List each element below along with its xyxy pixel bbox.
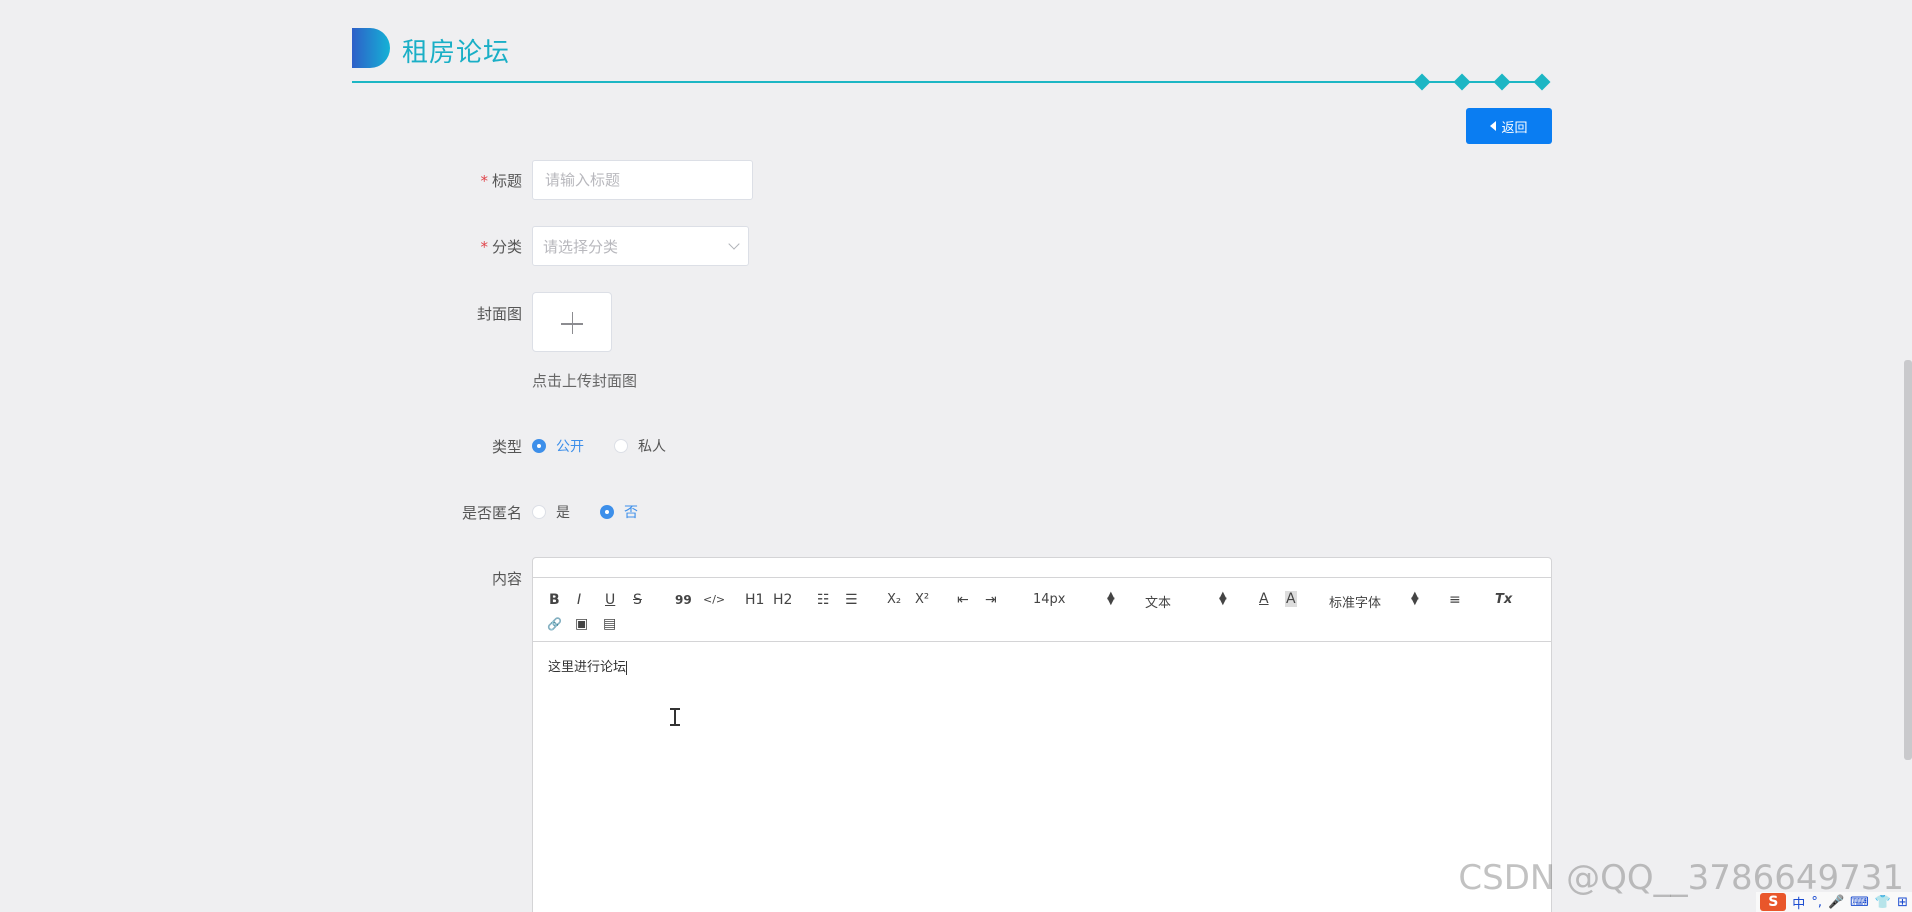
h1-button[interactable]: H1	[745, 592, 764, 608]
content-label: 内容	[491, 570, 522, 588]
rich-text-editor[interactable]: B I U S 99 </> H1 H2 ☷ ☰ X₂ X² ⇤ ⇥ 14px …	[532, 557, 1552, 912]
anonymous-radio-no[interactable]: 否	[600, 502, 638, 522]
back-button[interactable]: 返回	[1466, 108, 1552, 144]
ordered-list-button[interactable]: ☷	[817, 592, 830, 608]
bold-button[interactable]: B	[549, 592, 560, 608]
anonymous-radio-yes[interactable]: 是	[532, 502, 570, 522]
diamond-icon	[1453, 73, 1471, 91]
type-label: 类型	[491, 438, 522, 456]
type-radio-public[interactable]: 公开	[532, 436, 584, 456]
underline-button[interactable]: U	[605, 592, 615, 608]
blockquote-button[interactable]: 99	[675, 592, 692, 608]
logo-icon	[352, 28, 390, 68]
updown-icon: ▲ ▼	[1219, 590, 1227, 607]
outdent-button[interactable]: ⇤	[957, 592, 969, 608]
skin-icon[interactable]: 👕	[1875, 895, 1891, 910]
anonymous-label: 是否匿名	[461, 504, 522, 522]
italic-button[interactable]: I	[577, 592, 581, 608]
font-color-icon[interactable]: A	[1259, 591, 1269, 607]
editor-text: 这里进行论坛	[548, 660, 627, 675]
punctuation-icon[interactable]: °,	[1811, 895, 1822, 910]
chevron-down-icon	[728, 238, 740, 250]
header-divider	[352, 81, 1542, 83]
required-mark: *	[480, 172, 488, 190]
keyboard-icon[interactable]: ⌨	[1850, 895, 1869, 910]
ime-language-indicator[interactable]: 中	[1792, 893, 1805, 912]
title-input[interactable]	[532, 160, 753, 200]
strike-button[interactable]: S	[633, 592, 642, 608]
bullet-list-button[interactable]: ☰	[845, 592, 858, 608]
diamond-icon	[1533, 73, 1551, 91]
cover-label: 封面图	[476, 305, 522, 323]
page: 租房论坛 返回 *标题 *分类 请选择分类 封面图 点击上传封面图 类型 公开 …	[0, 0, 1912, 912]
ime-toolbar[interactable]: S 中 °, 🎤 ⌨ 👕 ⊞	[1756, 892, 1912, 912]
type-radio-private[interactable]: 私人	[614, 436, 666, 456]
h2-button[interactable]: H2	[773, 592, 792, 608]
updown-icon: ▲ ▼	[1107, 590, 1115, 607]
required-mark: *	[480, 238, 488, 256]
font-size-select[interactable]: 14px	[1033, 592, 1066, 607]
video-icon[interactable]: ▤	[603, 616, 616, 632]
clean-format-button[interactable]: Tx	[1495, 592, 1512, 608]
radio-unchecked-icon	[532, 505, 546, 519]
radio-unchecked-icon	[614, 439, 628, 453]
cover-upload-button[interactable]	[532, 292, 612, 352]
category-label: * 分类	[480, 238, 522, 256]
text-cursor-icon	[670, 708, 680, 726]
text-caret	[626, 660, 628, 675]
category-select-placeholder: 请选择分类	[543, 237, 619, 256]
image-icon[interactable]: ▣	[575, 616, 588, 632]
subscript-button[interactable]: X₂	[887, 592, 901, 608]
page-scrollbar[interactable]	[1904, 360, 1912, 760]
superscript-button[interactable]: X²	[915, 592, 929, 608]
ime-logo-icon: S	[1760, 893, 1787, 911]
diamond-icon	[1493, 73, 1511, 91]
title-label: * 标题	[480, 172, 522, 190]
editor-content[interactable]: 这里进行论坛	[533, 642, 1551, 689]
cover-upload-hint: 点击上传封面图	[532, 372, 638, 390]
caret-left-icon	[1490, 121, 1497, 131]
code-button[interactable]: </>	[703, 592, 725, 608]
editor-toolbar: B I U S 99 </> H1 H2 ☷ ☰ X₂ X² ⇤ ⇥ 14px …	[533, 578, 1551, 642]
link-icon[interactable]: 🔗	[547, 616, 562, 632]
back-button-label: 返回	[1501, 120, 1528, 136]
radio-checked-icon	[532, 439, 546, 453]
diamond-icon	[1413, 73, 1431, 91]
background-color-icon[interactable]: A	[1285, 591, 1297, 607]
font-family-select[interactable]: 标准字体	[1329, 592, 1381, 611]
indent-button[interactable]: ⇥	[985, 592, 997, 608]
page-header: 租房论坛	[352, 24, 1552, 91]
radio-checked-icon	[600, 505, 614, 519]
apps-icon[interactable]: ⊞	[1897, 895, 1908, 910]
microphone-icon[interactable]: 🎤	[1828, 895, 1844, 910]
page-title: 租房论坛	[402, 38, 511, 68]
updown-icon: ▲ ▼	[1411, 590, 1419, 607]
editor-top-border	[533, 558, 1551, 578]
category-select[interactable]: 请选择分类	[532, 226, 749, 266]
header-select[interactable]: 文本	[1145, 592, 1171, 611]
align-button[interactable]: ≡	[1449, 592, 1461, 608]
